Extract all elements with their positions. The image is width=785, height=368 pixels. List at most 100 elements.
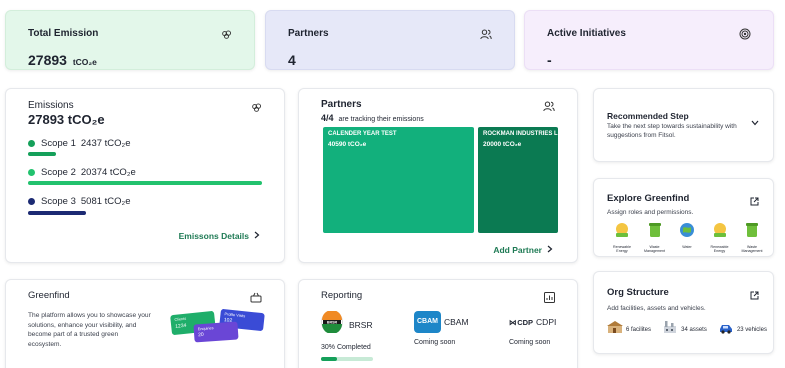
org-structure-card: Org Structure Add facilities, assets and… — [593, 271, 774, 354]
emissions-title: Emissions — [28, 100, 74, 111]
scope-3-row: Scope 3 5081 tCO₂e — [28, 196, 131, 207]
scope-1-row: Scope 1 2437 tCO₂e — [28, 138, 131, 149]
partner-tile-value: 20000 tCO₂e — [483, 141, 522, 148]
emissions-details-label: Emissons Details — [178, 231, 249, 241]
badge-water[interactable]: Water — [672, 220, 702, 253]
car-icon — [718, 321, 734, 339]
active-initiatives-value: - — [547, 52, 552, 68]
brsr-label: BRSR — [349, 319, 373, 330]
cbam-status: Coming soon — [414, 339, 456, 346]
partner-tile[interactable]: ROCKMAN INDUSTRIES LIM 20000 tCO₂e — [478, 127, 564, 233]
badge-waste-management[interactable]: Waste Management — [640, 220, 670, 253]
org-stats-row: 6 facilites 34 assets 23 vehicles — [607, 320, 767, 339]
basket-icon[interactable] — [250, 290, 262, 308]
scope-3-bar — [28, 211, 86, 215]
explore-greenfind-title: Explore Greenfind — [607, 193, 690, 204]
org-vehicles[interactable]: 23 vehicles — [718, 321, 767, 339]
scope-2-bar — [28, 181, 262, 185]
recommended-step-title: Recommended Step — [607, 111, 689, 121]
users-icon — [480, 27, 492, 45]
scope-1-label: Scope 1 — [41, 138, 76, 149]
partners-tracking: 4/4 are tracking their emissions — [321, 113, 424, 123]
badge-renewable-energy[interactable]: Renewable Energy — [607, 220, 637, 253]
partner-tile-name: CALENDER YEAR TEST — [328, 131, 397, 137]
partners-summary-value: 4 — [288, 52, 296, 68]
co2-icon — [251, 100, 262, 118]
cbam-label: CBAM — [444, 317, 469, 327]
scope-2-value: 20374 tCO₂e — [80, 167, 136, 178]
partner-tile-value: 40590 tCO₂e — [328, 141, 367, 148]
scope-2-row: Scope 2 20374 tCO₂e — [28, 167, 136, 178]
total-emission-label: Total Emission — [28, 28, 99, 39]
total-emission-value: 27893 — [28, 52, 67, 68]
sun-icon — [612, 223, 632, 244]
emissions-total: 27893 tCO₂e — [28, 112, 105, 127]
scope-3-dot — [28, 198, 35, 205]
badge-waste-management[interactable]: Waste Management — [737, 220, 767, 253]
total-emission-card: Total Emission 27893 tCO₂e — [5, 10, 255, 70]
bin-icon — [742, 223, 762, 244]
bin-icon — [645, 223, 665, 244]
building-icon — [607, 320, 623, 339]
greenfind-card: Greenfind The platform allows you to sho… — [5, 279, 285, 368]
cdp-logo-text: CDP — [517, 317, 534, 327]
partners-card: Partners 4/4 are tracking their emission… — [298, 88, 578, 263]
org-structure-title: Org Structure — [607, 287, 669, 298]
scope-1-dot — [28, 140, 35, 147]
partners-count-suffix: are tracking their emissions — [338, 116, 424, 123]
partners-summary-label: Partners — [288, 28, 329, 39]
reporting-card: Reporting BRSR BRSR 30% Completed CBAM C… — [298, 279, 578, 368]
scope-3-label: Scope 3 — [41, 196, 76, 207]
brsr-logo-icon: BRSR — [321, 310, 343, 338]
recommended-step-text: Take the next step towards sustainabilit… — [607, 123, 737, 139]
total-emission-unit: tCO₂e — [72, 57, 97, 67]
svg-text:BRSR: BRSR — [327, 320, 338, 324]
scope-2-label: Scope 2 — [41, 167, 76, 178]
external-link-icon[interactable] — [750, 193, 759, 211]
add-partner-label: Add Partner — [493, 245, 542, 255]
brsr-progress-track — [321, 357, 373, 361]
greenfind-mini-card: Enquiries 20 — [193, 321, 239, 343]
greenfind-text: The platform allows you to showcase your… — [28, 312, 151, 348]
report-icon[interactable] — [544, 290, 555, 308]
cdp-label: CDPI — [536, 317, 557, 327]
sun-icon — [710, 223, 730, 244]
scope-2-dot — [28, 169, 35, 176]
badge-renewable-energy[interactable]: Renewable Energy — [705, 220, 735, 253]
scope-1-bar — [28, 152, 56, 156]
org-structure-text: Add facilities, assets and vehicles. — [607, 305, 706, 312]
partners-summary-card: Partners 4 — [265, 10, 515, 70]
recommended-step-card[interactable]: Recommended Step Take the next step towa… — [593, 88, 774, 162]
scope-3-value: 5081 tCO₂e — [80, 196, 131, 207]
org-facilities[interactable]: 6 facilites — [607, 320, 651, 339]
target-icon — [739, 27, 751, 45]
reporting-title: Reporting — [321, 290, 363, 301]
org-assets[interactable]: 34 assets — [662, 320, 707, 339]
reporting-item-cbam[interactable]: CBAM CBAM Coming soon — [414, 311, 474, 346]
reporting-item-brsr[interactable]: BRSR BRSR 30% Completed — [321, 310, 376, 361]
greenfind-title: Greenfind — [28, 290, 70, 301]
partner-tile-name: ROCKMAN INDUSTRIES LIM — [483, 131, 565, 137]
partners-count: 4/4 — [321, 113, 334, 123]
emissions-card: Emissions 27893 tCO₂e Scope 1 2437 tCO₂e… — [5, 88, 285, 263]
add-partner-link[interactable]: Add Partner — [493, 245, 553, 255]
cbam-logo-icon: CBAM — [414, 311, 441, 333]
co2-icon — [221, 27, 232, 45]
explore-greenfind-card: Explore Greenfind Assign roles and permi… — [593, 178, 774, 257]
users-icon — [543, 99, 555, 117]
reporting-item-cdp[interactable]: ⋈ CDP CDPI Coming soon — [509, 311, 571, 346]
external-link-icon[interactable] — [750, 287, 759, 305]
partners-title: Partners — [321, 99, 362, 110]
active-initiatives-label: Active Initiatives — [547, 28, 626, 39]
factory-icon — [662, 320, 678, 339]
brsr-progress-fill — [321, 357, 337, 361]
partner-tile[interactable]: CALENDER YEAR TEST 40590 tCO₂e — [323, 127, 474, 233]
cdp-logo-icon: ⋈ — [509, 317, 517, 327]
cdp-status: Coming soon — [509, 339, 551, 346]
brsr-status: 30% Completed — [321, 344, 371, 351]
active-initiatives-card: Active Initiatives - — [524, 10, 774, 70]
emissions-details-link[interactable]: Emissons Details — [179, 231, 260, 241]
chevron-right-icon — [547, 245, 553, 255]
badge-row: Renewable Energy Waste Management Water … — [607, 220, 767, 253]
scope-1-value: 2437 tCO₂e — [80, 138, 131, 149]
